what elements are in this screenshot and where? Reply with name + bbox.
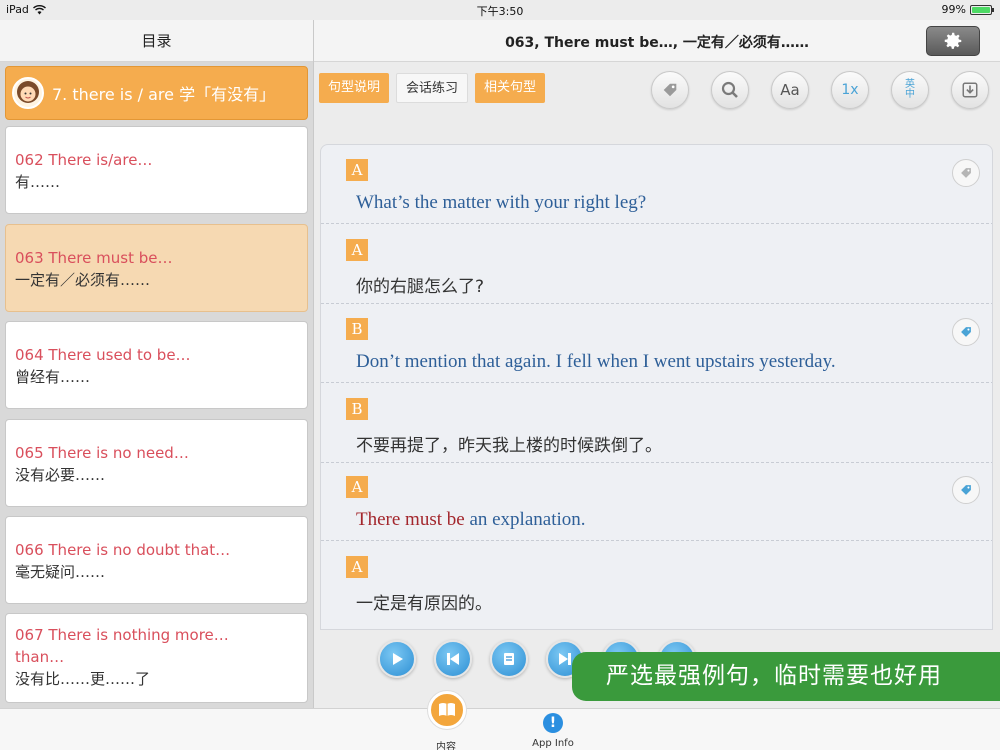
tab-content-label: 内容 bbox=[436, 742, 456, 750]
sentence-english: There must be an explanation. bbox=[356, 509, 586, 531]
lesson-title-zh: 一定有／必须有…… bbox=[15, 271, 151, 289]
sentence-chinese: 你的右腿怎么了? bbox=[356, 277, 485, 297]
playback-speed-button[interactable]: 1x bbox=[831, 71, 869, 109]
battery-icon bbox=[970, 4, 994, 15]
pattern-highlight: There must be bbox=[356, 509, 465, 530]
content-tabs: 句型说明 会话练习 相关句型 bbox=[319, 73, 546, 103]
contents-header: 目录 bbox=[0, 20, 313, 62]
category-label: 7. there is / are 学「有没有」 bbox=[52, 85, 276, 104]
promo-banner: 严选最强例句，临时需要也好用 bbox=[572, 652, 1000, 701]
dialogue-row[interactable]: A What’s the matter with your right leg? bbox=[321, 145, 992, 224]
play-icon bbox=[393, 653, 403, 665]
dialogue-row[interactable]: B 不要再提了，昨天我上楼的时候跌倒了。 bbox=[321, 384, 992, 463]
lesson-title-zh: 没有必要…… bbox=[15, 466, 106, 484]
girl-avatar-icon bbox=[17, 81, 39, 103]
lesson-title-zh: 没有比……更……了 bbox=[15, 670, 151, 688]
tag-button[interactable] bbox=[651, 71, 689, 109]
tab-related-patterns[interactable]: 相关句型 bbox=[475, 73, 546, 103]
battery-percent: 99% bbox=[941, 3, 966, 16]
lesson-item-063[interactable]: 063 There must be… 一定有／必须有…… bbox=[5, 224, 308, 312]
category-header[interactable]: 7. there is / are 学「有没有」 bbox=[5, 66, 308, 120]
lesson-item-066[interactable]: 066 There is no doubt that… 毫无疑问…… bbox=[5, 516, 308, 604]
lesson-title: 063, There must be…, 一定有／必须有…… bbox=[505, 35, 809, 51]
lesson-item-062[interactable]: 062 There is/are… 有…… bbox=[5, 126, 308, 214]
sentence-chinese: 不要再提了，昨天我上楼的时候跌倒了。 bbox=[356, 436, 662, 456]
play-button[interactable] bbox=[378, 640, 416, 678]
dialogue-row[interactable]: A 你的右腿怎么了? bbox=[321, 225, 992, 304]
lesson-title-en: 066 There is no doubt that… bbox=[15, 541, 231, 559]
language-toggle-button[interactable]: 英 中 bbox=[891, 71, 929, 109]
gear-icon bbox=[944, 32, 962, 49]
battery-fill bbox=[972, 6, 990, 13]
speaker-badge: A bbox=[346, 556, 368, 578]
clock: 下午3:50 bbox=[476, 5, 524, 18]
sentence-rest: an explanation. bbox=[464, 509, 586, 530]
lesson-title-zh: 毫无疑问…… bbox=[15, 563, 106, 581]
sentence-english: What’s the matter with your right leg? bbox=[356, 192, 647, 213]
skip-back-icon bbox=[447, 653, 459, 665]
speed-label: 1x bbox=[841, 82, 859, 98]
tag-icon bbox=[961, 485, 971, 495]
dialogue-row[interactable]: A 一定是有原因的。 bbox=[321, 542, 992, 621]
font-size-button[interactable]: Aa bbox=[771, 71, 809, 109]
lesson-item-067[interactable]: 067 There is nothing more… than… 没有比……更…… bbox=[5, 613, 308, 703]
speaker-badge: A bbox=[346, 159, 368, 181]
font-size-icon: Aa bbox=[780, 81, 800, 99]
lesson-item-065[interactable]: 065 There is no need… 没有必要…… bbox=[5, 419, 308, 507]
speaker-badge: A bbox=[346, 239, 368, 261]
lang-chinese-glyph: 中 bbox=[905, 89, 915, 100]
book-icon bbox=[428, 691, 466, 729]
lesson-title-zh: 有…… bbox=[15, 173, 61, 191]
lesson-header: 063, There must be…, 一定有／必须有…… bbox=[314, 20, 1000, 62]
lesson-item-064[interactable]: 064 There used to be… 曾经有…… bbox=[5, 321, 308, 409]
search-icon bbox=[721, 81, 738, 98]
previous-button[interactable] bbox=[434, 640, 472, 678]
tab-dialogue-practice[interactable]: 会话练习 bbox=[396, 73, 469, 103]
download-button[interactable] bbox=[951, 71, 989, 109]
tab-app-info-label: App Info bbox=[532, 738, 574, 749]
bookmark-tag-button[interactable] bbox=[952, 318, 980, 346]
speaker-badge: B bbox=[346, 398, 368, 420]
search-button[interactable] bbox=[711, 71, 749, 109]
speaker-badge: B bbox=[346, 318, 368, 340]
download-icon bbox=[962, 82, 978, 98]
lesson-title-en-continued: than… bbox=[15, 648, 65, 666]
sentence-chinese: 一定是有原因的。 bbox=[356, 594, 492, 614]
status-bar: iPad 下午3:50 99% bbox=[0, 0, 1000, 20]
lesson-title-en: 064 There used to be… bbox=[15, 346, 191, 364]
lesson-title-en: 062 There is/are… bbox=[15, 151, 153, 169]
avatar bbox=[12, 77, 44, 109]
tab-explanation[interactable]: 句型说明 bbox=[319, 73, 390, 103]
tag-icon bbox=[961, 327, 971, 337]
transcript-button[interactable] bbox=[490, 640, 528, 678]
skip-forward-icon bbox=[559, 653, 571, 665]
dialogue-row[interactable]: B Don’t mention that again. I fell when … bbox=[321, 304, 992, 383]
document-icon bbox=[504, 653, 514, 665]
lesson-title-zh: 曾经有…… bbox=[15, 368, 91, 386]
lesson-title-en: 063 There must be… bbox=[15, 249, 173, 267]
settings-button[interactable] bbox=[926, 26, 980, 56]
dialogue-row[interactable]: A There must be an explanation. bbox=[321, 462, 992, 541]
lesson-list: 7. there is / are 学「有没有」 062 There is/ar… bbox=[0, 62, 313, 710]
bottom-tab-bar: 内容 ! App Info bbox=[0, 691, 1000, 750]
sentence-english: Don’t mention that again. I fell when I … bbox=[356, 351, 836, 372]
speaker-badge: A bbox=[346, 476, 368, 498]
lesson-title-en: 065 There is no need… bbox=[15, 444, 189, 462]
lesson-title-en: 067 There is nothing more… bbox=[15, 626, 229, 644]
split-divider bbox=[313, 20, 314, 710]
dialogue-card: A What’s the matter with your right leg?… bbox=[320, 144, 993, 630]
bookmark-tag-button[interactable] bbox=[952, 476, 980, 504]
tag-icon bbox=[663, 83, 677, 97]
info-icon: ! bbox=[543, 713, 563, 733]
toolbar: Aa 1x 英 中 bbox=[651, 71, 989, 109]
tag-icon bbox=[961, 168, 971, 178]
bookmark-tag-button[interactable] bbox=[952, 159, 980, 187]
